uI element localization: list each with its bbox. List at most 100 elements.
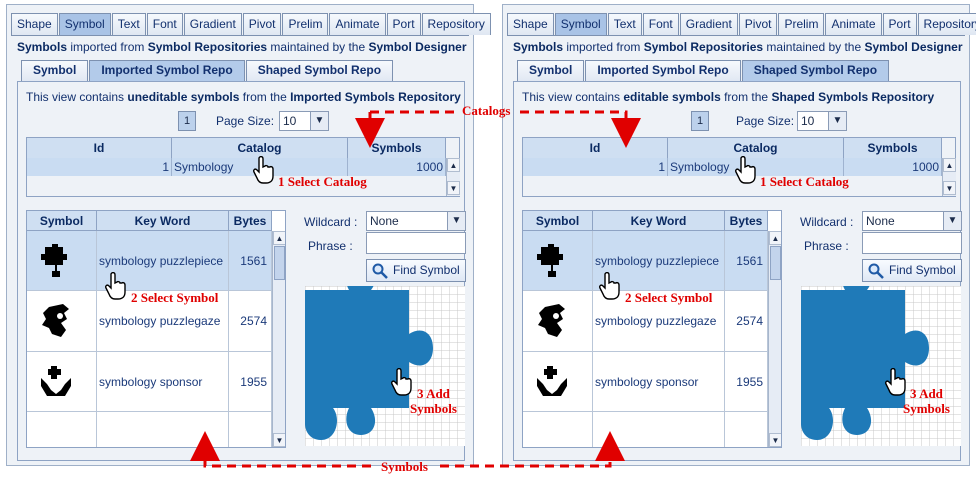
catalog-col-catalog[interactable]: Catalog	[172, 138, 348, 158]
symbol-bytes-cell	[725, 412, 768, 447]
tab-prelim[interactable]: Prelim	[282, 13, 329, 35]
scroll-down-icon[interactable]: ▼	[943, 181, 956, 195]
catalog-scrollbar[interactable]: ▲ ▼	[446, 158, 460, 196]
tab-repository[interactable]: Repository	[421, 13, 491, 35]
scroll-up-icon[interactable]: ▲	[447, 158, 460, 172]
tab-pivot[interactable]: Pivot	[738, 13, 778, 35]
catalog-col-catalog[interactable]: Catalog	[668, 138, 844, 158]
scroll-down-icon[interactable]: ▼	[447, 181, 460, 195]
symbol-row[interactable]: symbology puzzlepiece 1561	[523, 231, 768, 291]
tab-symbol[interactable]: Symbol	[554, 13, 607, 35]
symbol-row-empty[interactable]	[523, 412, 768, 447]
page-number-button[interactable]: 1	[178, 111, 196, 131]
phrase-input[interactable]	[862, 232, 962, 254]
add-symbols-line-1: 3 Add	[417, 386, 450, 401]
catalog-scrollbar[interactable]: ▲ ▼	[942, 158, 956, 196]
description-text-2: maintained by the	[267, 40, 369, 54]
tab-font[interactable]: Font	[642, 13, 679, 35]
scroll-up-icon[interactable]: ▲	[769, 231, 781, 245]
tab-repository[interactable]: Repository	[917, 13, 976, 35]
tab-gradient[interactable]: Gradient	[183, 13, 242, 35]
catalog-col-symbols[interactable]: Symbols	[348, 138, 446, 158]
select-catalog-annotation: 1 Select Catalog	[278, 174, 367, 189]
catalog-col-id[interactable]: Id	[523, 138, 668, 158]
scroll-down-icon[interactable]: ▼	[769, 433, 781, 447]
symbol-scrollbar[interactable]: ▲ ▼	[768, 231, 781, 447]
tab-animate[interactable]: Animate	[825, 13, 882, 35]
tab-prelim[interactable]: Prelim	[778, 13, 825, 35]
symbol-col-symbol[interactable]: Symbol	[27, 211, 97, 231]
tab-animate[interactable]: Animate	[329, 13, 386, 35]
scroll-down-icon[interactable]: ▼	[273, 433, 285, 447]
symbol-icon-cell	[27, 231, 97, 290]
chevron-down-icon[interactable]: ▼	[310, 112, 328, 130]
tab-font[interactable]: Font	[146, 13, 183, 35]
symbol-icon-cell	[27, 352, 97, 411]
info-bold-1: editable symbols	[623, 90, 721, 104]
tab-text[interactable]: Text	[111, 13, 146, 35]
puzzle-piece-icon	[537, 244, 563, 277]
subtab-shaped-symbol-repo[interactable]: Shaped Symbol Repo	[741, 60, 890, 81]
symbol-keyword-text: symbology puzzlepiece	[595, 254, 720, 268]
find-symbol-button[interactable]: Find Symbol	[862, 259, 962, 282]
tab-gradient[interactable]: Gradient	[679, 13, 738, 35]
symbol-row[interactable]: symbology puzzlepiece 1561	[27, 231, 272, 291]
wildcard-select[interactable]: None ▼	[862, 211, 962, 231]
symbol-row[interactable]: symbology sponsor 1955	[27, 352, 272, 412]
symbol-preview-canvas[interactable]	[305, 286, 465, 446]
chevron-down-icon[interactable]: ▼	[828, 112, 846, 130]
symbol-preview-canvas[interactable]	[801, 286, 961, 446]
scroll-thumb[interactable]	[770, 246, 781, 280]
tab-underline	[11, 35, 469, 36]
catalog-col-symbols[interactable]: Symbols	[844, 138, 942, 158]
select-symbol-annotation: 2 Select Symbol	[131, 290, 219, 305]
symbol-row-empty[interactable]	[27, 412, 272, 447]
repo-subtab-bar: Symbol Imported Symbol Repo Shaped Symbo…	[517, 60, 890, 81]
subtab-symbol[interactable]: Symbol	[21, 60, 89, 81]
phrase-input[interactable]	[366, 232, 466, 254]
catalog-col-id[interactable]: Id	[27, 138, 172, 158]
page-number-button[interactable]: 1	[691, 111, 709, 131]
subtab-symbol[interactable]: Symbol	[517, 60, 585, 81]
subtab-imported-symbol-repo[interactable]: Imported Symbol Repo	[89, 60, 245, 81]
scroll-thumb[interactable]	[274, 246, 285, 280]
search-icon	[868, 263, 884, 279]
symbol-scrollbar[interactable]: ▲ ▼	[272, 231, 285, 447]
repo-info-text: This view contains uneditable symbols fr…	[26, 90, 461, 104]
page-size-select[interactable]: 10 ▼	[279, 111, 329, 131]
symbol-bytes-text: 1955	[240, 375, 267, 389]
puzzle-piece-icon	[41, 244, 67, 277]
symbol-col-bytes[interactable]: Bytes	[229, 211, 272, 231]
symbol-col-symbol[interactable]: Symbol	[523, 211, 593, 231]
symbol-col-bytes[interactable]: Bytes	[725, 211, 768, 231]
symbol-icon-cell	[523, 352, 593, 411]
tab-symbol[interactable]: Symbol	[58, 13, 111, 35]
catalog-row[interactable]: 1 Symbology 1000	[523, 158, 942, 176]
subtab-imported-symbol-repo[interactable]: Imported Symbol Repo	[585, 60, 741, 81]
hand-cursor-icon	[391, 368, 412, 396]
repo-info-text: This view contains editable symbols from…	[522, 90, 934, 104]
symbol-col-keyword[interactable]: Key Word	[593, 211, 725, 231]
find-symbol-button[interactable]: Find Symbol	[366, 259, 466, 282]
scroll-up-icon[interactable]: ▲	[273, 231, 285, 245]
page-size-label: Page Size:	[736, 114, 795, 128]
tab-shape[interactable]: Shape	[507, 13, 554, 35]
chevron-down-icon[interactable]: ▼	[447, 212, 465, 230]
wildcard-select[interactable]: None ▼	[366, 211, 466, 231]
symbol-col-keyword[interactable]: Key Word	[97, 211, 229, 231]
scroll-up-icon[interactable]: ▲	[943, 158, 956, 172]
catalog-row[interactable]: 1 Symbology 1000	[27, 158, 446, 176]
tab-shape[interactable]: Shape	[11, 13, 58, 35]
page-size-select[interactable]: 10 ▼	[797, 111, 847, 131]
tab-port[interactable]: Port	[882, 13, 917, 35]
chevron-down-icon[interactable]: ▼	[943, 212, 961, 230]
tab-port[interactable]: Port	[386, 13, 421, 35]
tab-pivot[interactable]: Pivot	[242, 13, 282, 35]
symbol-keyword-text: symbology sponsor	[99, 375, 203, 389]
symbol-row[interactable]: symbology sponsor 1955	[523, 352, 768, 412]
tab-text[interactable]: Text	[607, 13, 642, 35]
description-bold-3: Symbol Designer	[368, 40, 467, 54]
subtab-shaped-symbol-repo[interactable]: Shaped Symbol Repo	[245, 60, 394, 81]
info-text-2: from the	[720, 90, 772, 104]
phrase-label: Phrase :	[308, 239, 353, 253]
